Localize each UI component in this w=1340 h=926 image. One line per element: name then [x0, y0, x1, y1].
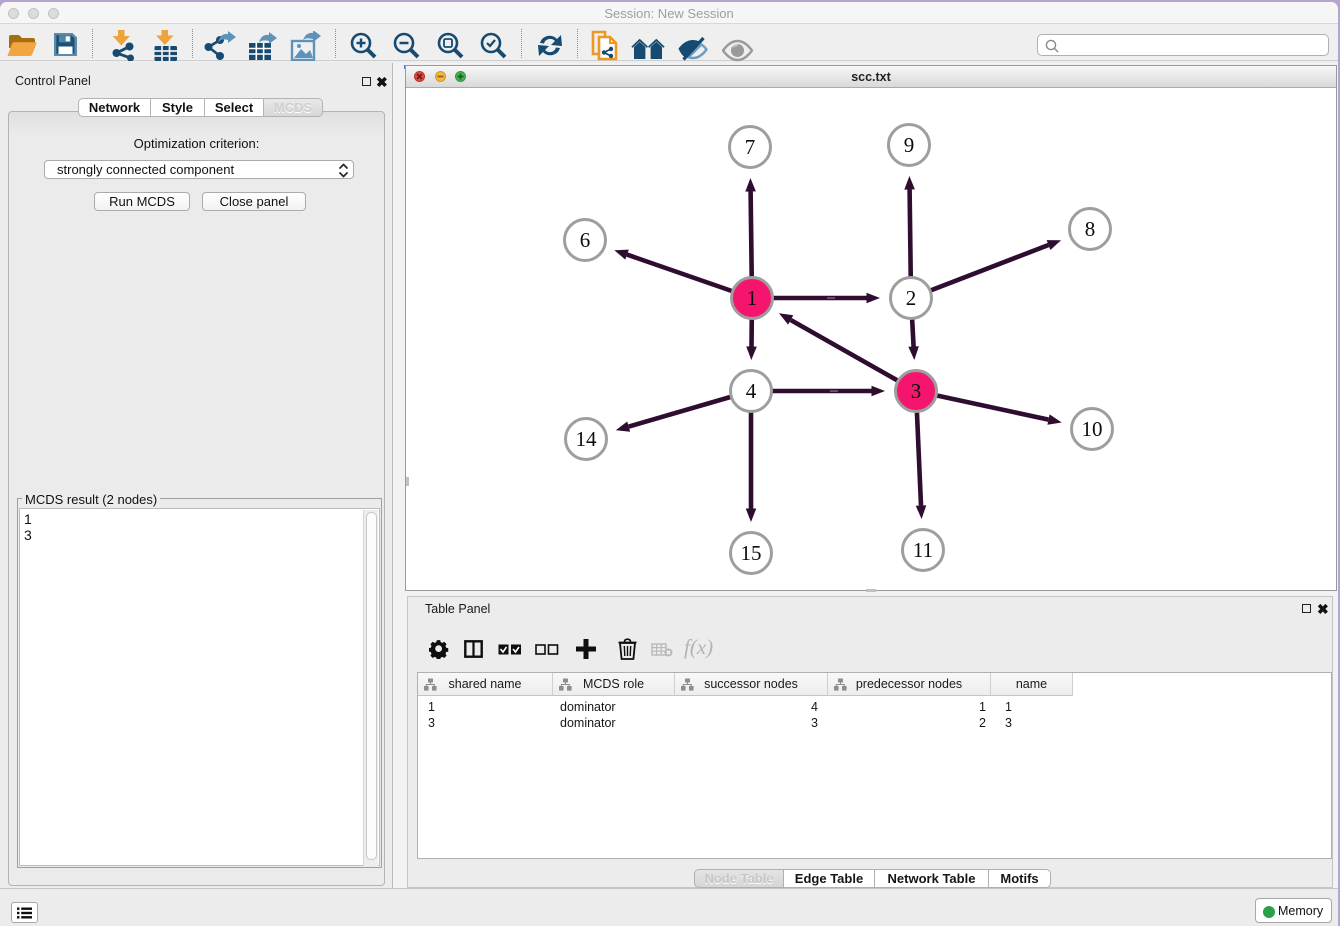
svg-text:10: 10	[1082, 417, 1103, 441]
svg-text:11: 11	[913, 538, 933, 562]
svg-text:1: 1	[747, 286, 758, 310]
svg-text:9: 9	[904, 133, 915, 157]
svg-text:14: 14	[576, 427, 598, 451]
svg-text:15: 15	[741, 541, 762, 565]
svg-text:6: 6	[580, 228, 591, 252]
svg-text:4: 4	[746, 379, 757, 403]
svg-text:7: 7	[745, 135, 756, 159]
svg-text:2: 2	[906, 286, 917, 310]
svg-text:8: 8	[1085, 217, 1096, 241]
svg-text:3: 3	[911, 379, 922, 403]
